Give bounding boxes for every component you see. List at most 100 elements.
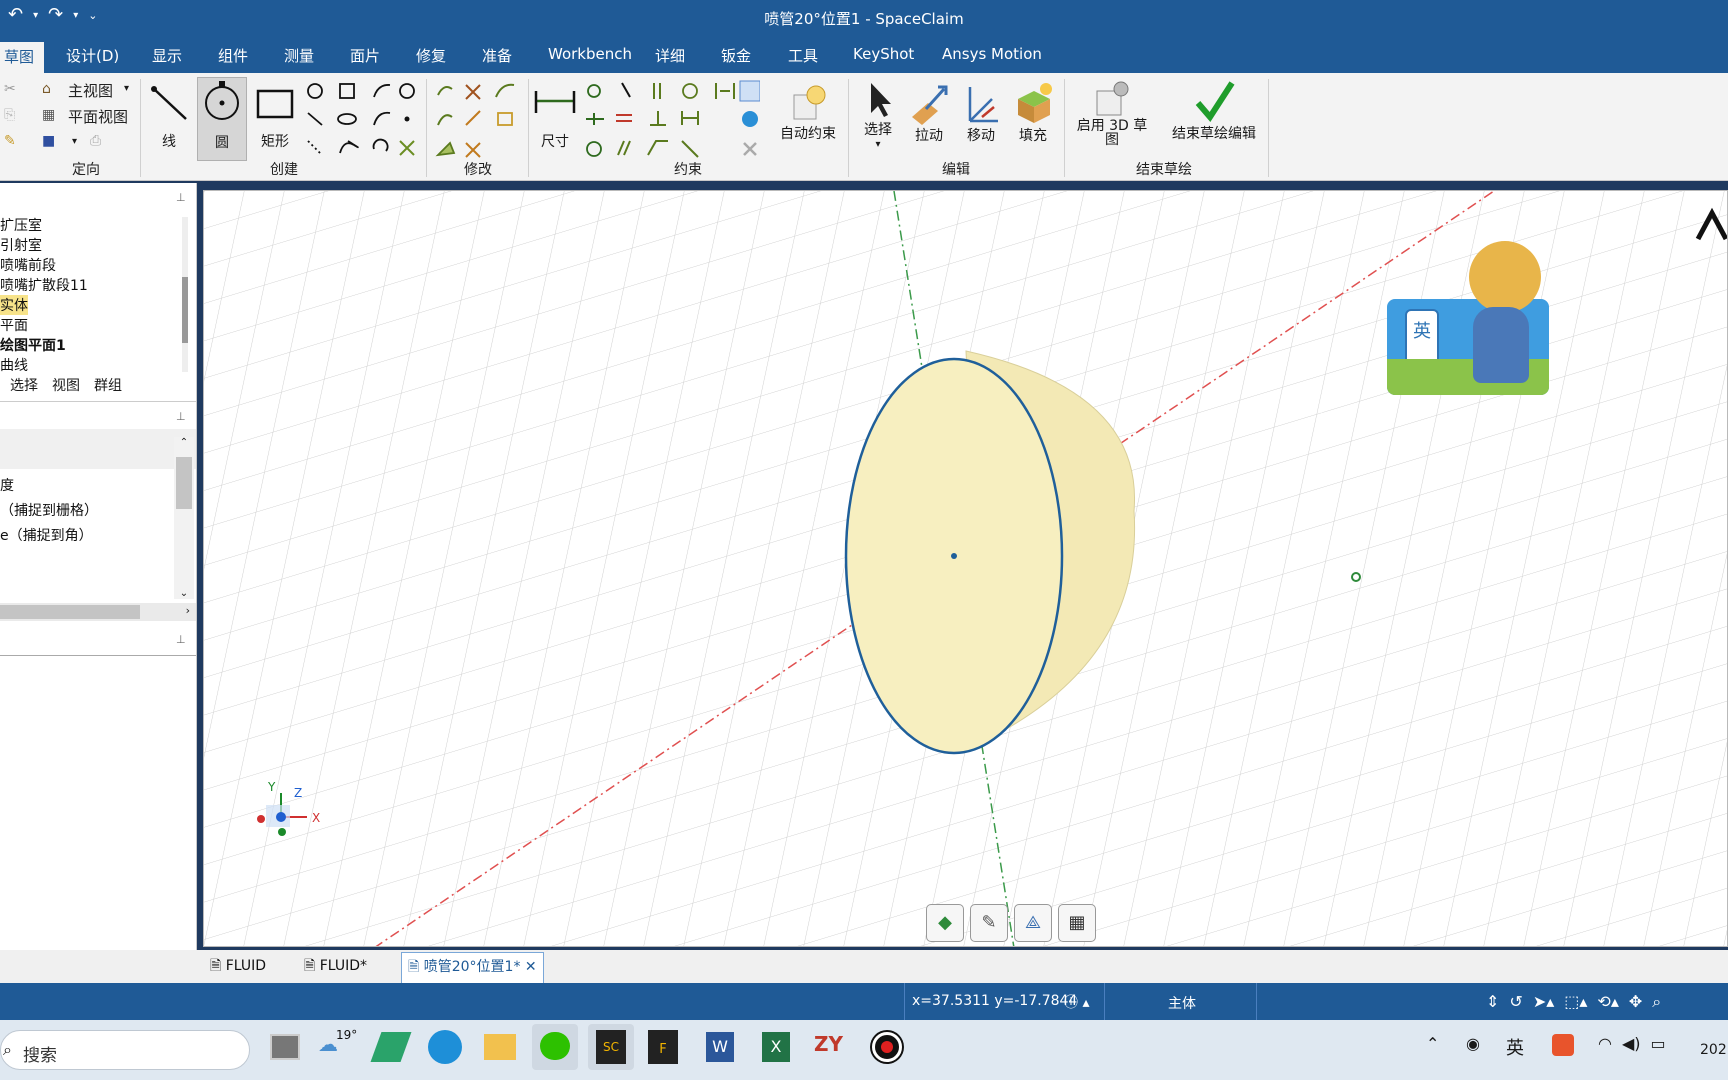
project-icon[interactable] — [497, 112, 513, 126]
sweep-arc-icon[interactable] — [373, 111, 391, 126]
tree-scrollbar[interactable] — [182, 217, 188, 372]
edit-sketch-icon[interactable]: ✎ — [970, 904, 1008, 942]
view-cube-icon[interactable]: ■ — [42, 133, 60, 151]
ellipse-icon[interactable] — [337, 113, 357, 125]
excel-icon[interactable]: X — [762, 1032, 790, 1062]
three-point-circle-icon[interactable] — [307, 83, 323, 99]
option-item[interactable]: （捕捉到栅格） — [0, 500, 98, 520]
constraint-tools-grid[interactable] — [584, 79, 760, 163]
create-tools-grid[interactable] — [304, 79, 416, 163]
zoom-icon[interactable]: ⌕ — [1652, 992, 1661, 1012]
spline-icon[interactable] — [339, 140, 359, 154]
tab-design[interactable]: 设计(D) — [66, 45, 119, 66]
tab-repair[interactable]: 修复 — [416, 45, 446, 66]
copy-icon[interactable]: ⎘ — [4, 107, 22, 125]
doc-tab-fluid-modified[interactable]: 🗎 FLUID* — [304, 955, 367, 979]
wechat-button[interactable] — [532, 1024, 578, 1070]
enable-3d-sketch-button[interactable]: 启用 3D 草图 — [1074, 79, 1150, 159]
app-icon-green[interactable] — [370, 1032, 412, 1062]
word-icon[interactable]: W — [706, 1032, 734, 1062]
end-sketch-edit-button[interactable]: 结束草绘编辑 — [1162, 79, 1266, 159]
taskbar-search[interactable]: ⌕ 搜索 — [0, 1030, 250, 1070]
edge-icon[interactable] — [428, 1030, 462, 1064]
clock[interactable]: 202 — [1700, 1042, 1727, 1058]
horizontal-icon[interactable] — [586, 113, 604, 125]
view-cube-dropdown-icon[interactable]: ▾ — [72, 136, 77, 147]
three-point-arc-icon[interactable] — [372, 138, 389, 152]
tangent-line-icon[interactable] — [307, 112, 323, 126]
main-view-dropdown-icon[interactable]: ▾ — [124, 83, 129, 94]
select-dropdown-icon[interactable]: ▾ — [875, 139, 880, 150]
file-explorer-icon[interactable] — [484, 1034, 516, 1060]
options-scrollbar[interactable]: ⌃ ⌄ — [174, 437, 194, 599]
symmetric-icon[interactable] — [617, 140, 631, 156]
tree-item[interactable]: 扩压室 — [0, 215, 42, 235]
tree-item[interactable]: 喷嘴前段 — [0, 255, 56, 275]
doc-tab-active[interactable]: 🗎 喷管20°位置1* ✕ — [401, 952, 544, 984]
move-grid-icon[interactable] — [465, 142, 481, 158]
tab-groups[interactable]: 群组 — [94, 375, 122, 395]
tab-measure[interactable]: 测量 — [284, 45, 314, 66]
pan-icon[interactable]: ✥ — [1629, 992, 1642, 1012]
face-curve-icon[interactable] — [399, 140, 415, 156]
task-view-icon[interactable] — [270, 1034, 300, 1060]
circle-button[interactable]: 圆 — [197, 77, 247, 161]
fluent-icon[interactable]: F — [648, 1030, 678, 1064]
equal-length-icon[interactable] — [616, 114, 632, 122]
corner-icon[interactable] — [437, 114, 453, 126]
tab-select[interactable]: 选择 — [10, 375, 38, 395]
rotate-icon[interactable]: ↺ — [1509, 992, 1522, 1012]
coincident-icon[interactable] — [621, 82, 631, 98]
tree-item[interactable]: 曲线 — [0, 355, 28, 375]
weather-icon[interactable]: ☁ — [318, 1032, 338, 1056]
equal-distance-icon[interactable] — [715, 83, 735, 99]
tab-view[interactable]: 视图 — [52, 375, 80, 395]
tab-sheet-metal[interactable]: 钣金 — [721, 45, 751, 66]
zy-app-icon[interactable]: ZY — [814, 1032, 848, 1062]
circle-center-point[interactable] — [951, 553, 957, 559]
close-icon[interactable]: ✕ — [525, 959, 537, 975]
cut-icon[interactable]: ✂ — [4, 81, 22, 99]
tab-ansys-motion[interactable]: Ansys Motion — [942, 45, 1042, 63]
point-icon[interactable] — [404, 116, 410, 122]
pin-icon[interactable]: ⊥ — [176, 633, 186, 646]
sogou-icon[interactable] — [1552, 1034, 1574, 1056]
record-icon[interactable] — [872, 1032, 902, 1062]
three-point-rect-icon[interactable] — [339, 83, 355, 99]
pointer-icon[interactable]: ➤▴ — [1533, 992, 1554, 1012]
tab-workbench[interactable]: Workbench — [548, 45, 632, 63]
offset-curve-icon[interactable] — [495, 83, 515, 98]
perpendicular-icon[interactable] — [650, 111, 666, 126]
trim-icon[interactable] — [465, 84, 481, 100]
doc-tab-fluid[interactable]: 🗎 FLUID — [210, 955, 266, 979]
active-body[interactable]: 主体 — [1168, 993, 1196, 1013]
parallel-icon[interactable] — [653, 83, 661, 99]
qq-icon[interactable]: ◉ — [1466, 1034, 1480, 1053]
tray-expand-icon[interactable]: ⌃ — [1426, 1034, 1439, 1053]
wifi-icon[interactable]: ◠ — [1598, 1034, 1612, 1053]
horizontal-scrollbar[interactable]: › — [0, 603, 196, 621]
rectangle-button[interactable]: 矩形 — [252, 81, 298, 161]
midpoint-icon[interactable] — [681, 111, 699, 125]
radius-icon[interactable] — [586, 141, 602, 157]
scroll-up-icon[interactable]: ⌃ — [174, 437, 194, 448]
tree-item[interactable]: 喷嘴扩散段11 — [0, 275, 88, 295]
battery-icon[interactable]: ▭ — [1651, 1034, 1666, 1053]
scroll-right-icon[interactable]: › — [186, 604, 190, 617]
fill-button[interactable]: 填充 — [1010, 81, 1056, 161]
option-item[interactable]: 度 — [0, 475, 14, 495]
select-plane-icon[interactable]: ⟁ — [1014, 904, 1052, 942]
format-painter-icon[interactable]: ✎ — [4, 133, 22, 151]
delete-constraint-icon[interactable] — [743, 142, 757, 156]
plan-view-icon[interactable]: ▦ — [1058, 904, 1096, 942]
tab-sketch[interactable]: 草图 — [0, 42, 45, 75]
volume-icon[interactable]: ◀) — [1622, 1034, 1641, 1053]
angle-icon[interactable] — [647, 140, 668, 156]
fillet-icon[interactable] — [437, 86, 453, 96]
pin-icon[interactable]: ⊥ — [176, 410, 186, 423]
auto-constraint-button[interactable]: 自动约束 — [776, 81, 840, 161]
split-curve-icon[interactable] — [465, 110, 481, 126]
main-view-button[interactable]: 主视图 — [68, 80, 113, 101]
tree-item[interactable]: 引射室 — [0, 235, 42, 255]
polygon-icon[interactable] — [399, 83, 415, 99]
